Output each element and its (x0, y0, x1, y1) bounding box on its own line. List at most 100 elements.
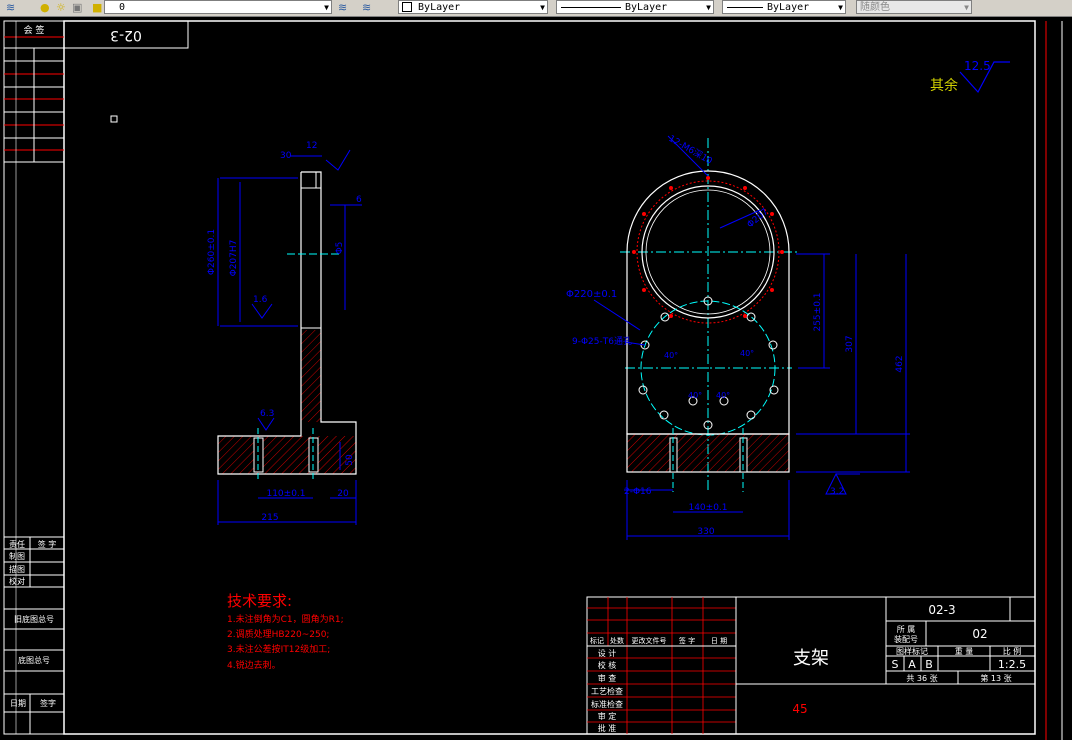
countersign-table (4, 21, 64, 734)
sheet-number: 第 13 张 (980, 673, 1011, 683)
side-dim-phi5: Φ5 (335, 242, 345, 255)
hdr-file: 更改文件号 (632, 636, 667, 645)
front-dim-307: 307 (845, 335, 855, 352)
side-dim-30: 30 (280, 151, 292, 161)
tech-req-title: 技术要求: (227, 592, 292, 610)
layer-manager-icon[interactable]: ≋ (6, 1, 15, 14)
side-rough-6-3: 6.3 (260, 409, 274, 419)
chevron-down-icon[interactable]: ▼ (838, 1, 843, 15)
front-holes-12: 12-M6深10 (667, 133, 715, 167)
lightbulb-icon[interactable]: ● (40, 1, 50, 14)
front-rough-3-2: 3.2 (830, 487, 844, 497)
inner-frame (63, 20, 1036, 735)
side-dim-110: 110±0.1 (266, 489, 305, 499)
layer-previous-icon[interactable]: ≋ (362, 1, 371, 14)
row-check: 校 核 (598, 660, 617, 670)
front-angle-b: 40° (740, 349, 754, 358)
lock-icon[interactable]: ▣ (72, 1, 82, 14)
roughness-other-label: 其余 (930, 77, 958, 94)
traced-label: 描图 (9, 564, 25, 574)
make-current-layer-icon[interactable]: ≋ (338, 1, 347, 14)
mirror-code: 02-3 (110, 27, 142, 43)
resp-label: 责任 (9, 539, 25, 549)
stage-label: 图样标记 (896, 646, 928, 656)
layer-color-icon[interactable]: ■ (92, 1, 102, 14)
checked-label: 校对 (9, 576, 25, 586)
base-no-label: 底图总号 (18, 655, 50, 665)
total-sheets: 共 36 张 (906, 674, 937, 683)
side-rough-1-6: 1.6 (253, 295, 268, 305)
tech-req-item-1: 1.未注倒角为C1，圆角为R1; (227, 613, 344, 625)
sign-label: 签 字 (38, 539, 57, 549)
sign2-label: 签字 (40, 698, 56, 708)
side-dim-phi207: Φ207H7 (229, 240, 239, 277)
side-dim-6: 6 (356, 195, 362, 205)
lineweight-value: ByLayer (767, 2, 810, 13)
side-view (217, 149, 362, 525)
side-dim-215: 215 (261, 513, 278, 523)
hdr-sign: 签 字 (679, 636, 695, 645)
drawing-canvas[interactable]: 02-3 会 签 责任 签 字 制图 描图 校对 旧底图总号 底图总号 日期 签 (0, 17, 1072, 740)
weight-label: 重 量 (955, 646, 974, 656)
tech-req-item-3: 3.未注公差按IT12级加工; (227, 643, 330, 655)
stage-a: A (908, 658, 916, 671)
part-name: 支架 (793, 648, 829, 669)
assembly-label: 装配号 (894, 634, 918, 644)
stage-s: S (892, 658, 899, 671)
front-angle-d: 40° (716, 391, 730, 400)
drawn-label: 制图 (9, 551, 25, 561)
drawing-frame (3, 20, 1036, 735)
countersign-label: 会 签 (24, 24, 45, 36)
roughness-other-value: 12.5 (964, 59, 991, 73)
color-select[interactable]: ByLayer ▼ (398, 0, 548, 14)
linetype-preview (561, 7, 621, 8)
chevron-down-icon[interactable]: ▼ (324, 1, 329, 15)
side-dim-12: 12 (306, 141, 317, 151)
front-dim-phi220: Φ220±0.1 (566, 289, 617, 300)
row-std: 标准检查 (591, 699, 623, 709)
color-value: ByLayer (418, 2, 461, 13)
row-audit: 审 定 (598, 711, 617, 721)
tech-req-item-4: 4.锐边去刺。 (227, 659, 281, 671)
plotstyle-select[interactable]: 随颜色 ▼ (856, 0, 972, 14)
front-view (593, 135, 910, 540)
belong-value: 02 (972, 627, 987, 641)
hdr-mark: 标记 (590, 636, 604, 645)
material: 45 (792, 702, 807, 716)
scale-value: 1:2.5 (998, 658, 1026, 671)
belong-label: 所 属 (897, 624, 916, 634)
front-dim-255: 255±0.1 (813, 292, 823, 331)
old-base-no-label: 旧底图总号 (14, 614, 54, 624)
front-angle-a: 40° (664, 351, 678, 360)
sun-icon[interactable]: ☼ (56, 1, 66, 14)
row-design: 设 计 (598, 648, 617, 658)
front-angle-c: 40° (688, 391, 702, 400)
side-dim-20: 20 (337, 489, 349, 499)
front-dim-phi16: 2-Φ16 (624, 487, 652, 497)
front-dim-330: 330 (697, 527, 714, 537)
chevron-down-icon[interactable]: ▼ (540, 1, 545, 15)
row-review: 审 查 (598, 673, 617, 683)
chevron-down-icon[interactable]: ▼ (964, 1, 969, 15)
front-dim-140: 140±0.1 (688, 503, 727, 513)
pickbox-cursor (110, 115, 118, 123)
date-label: 日期 (10, 699, 26, 708)
lineweight-preview (727, 7, 763, 8)
chevron-down-icon[interactable]: ▼ (706, 1, 711, 15)
hdr-date: 日 期 (711, 637, 727, 645)
stage-b: B (925, 658, 933, 671)
tech-req-item-2: 2.调质处理HB220~250; (227, 628, 329, 640)
front-dim-462: 462 (895, 355, 905, 372)
hdr-count: 处数 (610, 636, 624, 645)
side-dim-50: 50 (345, 454, 355, 466)
linetype-value: ByLayer (625, 2, 668, 13)
row-craft: 工艺检查 (591, 686, 623, 696)
lineweight-select[interactable]: ByLayer ▼ (722, 0, 846, 14)
layer-select[interactable]: 0 ▼ (104, 0, 332, 14)
front-holes-9: 9-Φ25-T6通孔 (572, 336, 632, 347)
side-dim-phi260: Φ260±0.1 (207, 229, 217, 275)
linetype-select[interactable]: ByLayer ▼ (556, 0, 714, 14)
color-swatch-icon (402, 2, 412, 12)
scale-label: 比 例 (1003, 646, 1022, 656)
row-approve: 批 准 (598, 723, 617, 733)
